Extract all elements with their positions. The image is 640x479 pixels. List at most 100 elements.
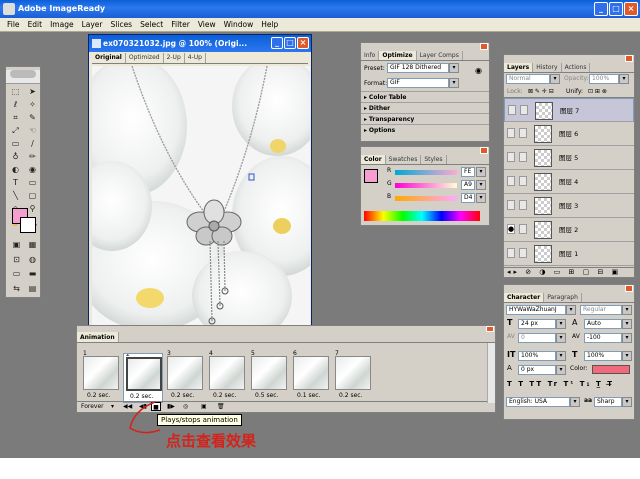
animation-close-icon[interactable]: [486, 326, 494, 332]
eraser-tool-icon[interactable]: ▭: [8, 138, 23, 149]
rollover-preview-icon[interactable]: ⊡: [9, 254, 24, 265]
tab-2-up[interactable]: 2-Up: [164, 53, 185, 63]
channel-r-slider[interactable]: [395, 170, 457, 175]
opacity-dropdown-icon[interactable]: ▾: [619, 74, 629, 84]
layer-link-toggle[interactable]: [519, 176, 527, 186]
tab-optimize[interactable]: Optimize: [379, 51, 417, 60]
channel-b-dropdown-icon[interactable]: ▾: [476, 193, 486, 203]
channel-b-value[interactable]: D4: [461, 193, 475, 203]
frame-delay[interactable]: 0.2 sec.: [213, 392, 236, 399]
layer-row[interactable]: 图层 3: [504, 194, 634, 218]
font-size-input[interactable]: 24 px: [518, 319, 556, 329]
layers-footer-icons[interactable]: ◂▸ ⊘ ◑ ▭ ⊞ ▢ ⊟ ▣ 🗑: [504, 267, 634, 277]
optimize-close-icon[interactable]: [480, 43, 488, 50]
kerning-input[interactable]: 0: [518, 333, 556, 343]
text-color-swatch[interactable]: [592, 365, 630, 374]
format-select[interactable]: GIF: [387, 78, 449, 88]
preset-select[interactable]: GIF 128 Dithered: [387, 63, 449, 73]
doc-close-button[interactable]: ×: [297, 37, 309, 49]
restore-button[interactable]: □: [609, 2, 623, 16]
minimize-button[interactable]: _: [594, 2, 608, 16]
eye-icon[interactable]: ●: [507, 224, 515, 234]
kerning-dropdown-icon[interactable]: ▾: [556, 333, 566, 343]
animation-frame[interactable]: 5 0.5 sec.: [249, 350, 289, 403]
slice-select-icon[interactable]: ⤢: [8, 125, 23, 136]
layer-visibility-toggle[interactable]: [508, 105, 516, 115]
opacity-input[interactable]: 100%: [589, 74, 619, 84]
tab-color[interactable]: Color: [361, 155, 386, 164]
section-transparency[interactable]: Transparency: [369, 116, 414, 123]
loop-select[interactable]: Forever: [81, 402, 104, 412]
brush-tool-icon[interactable]: ∕: [25, 138, 40, 149]
lock-icons[interactable]: ⊠ ✎ ✛ ⊟: [528, 86, 554, 97]
menu-file[interactable]: File: [3, 18, 24, 31]
layer-row[interactable]: ● 图层 2: [504, 218, 634, 242]
hand-slice-icon[interactable]: ☜: [25, 125, 40, 136]
layer-row[interactable]: 图层 5: [504, 146, 634, 170]
font-family-dropdown-icon[interactable]: ▾: [566, 305, 576, 315]
line-tool-icon[interactable]: ╲: [8, 190, 23, 201]
tracking-dropdown-icon[interactable]: ▾: [622, 333, 632, 343]
tab-styles[interactable]: Styles: [421, 155, 447, 164]
tab-layers[interactable]: Layers: [504, 63, 534, 72]
animation-frame[interactable]: 3 0.2 sec.: [165, 350, 205, 403]
tab-character[interactable]: Character: [504, 293, 545, 302]
channel-b-slider[interactable]: [395, 196, 457, 201]
tab-info[interactable]: Info: [361, 51, 380, 60]
screen-mode-full-icon[interactable]: ▬: [25, 268, 40, 279]
type-tool-icon[interactable]: T: [8, 177, 23, 188]
magic-wand-icon[interactable]: ✧: [25, 99, 40, 110]
tab-original[interactable]: Original: [92, 53, 126, 63]
layer-visibility-toggle[interactable]: [507, 248, 515, 258]
language-select[interactable]: English: USA: [506, 397, 570, 407]
brush-indicator-icon[interactable]: [520, 105, 528, 115]
frame-delay[interactable]: 0.1 sec.: [297, 392, 320, 399]
color-close-icon[interactable]: [480, 147, 488, 154]
animation-frame[interactable]: 4 0.2 sec.: [207, 350, 247, 403]
duplicate-frame-icon[interactable]: ▣: [201, 402, 207, 412]
section-color-table[interactable]: Color Table: [369, 94, 407, 101]
format-dropdown-icon[interactable]: ▾: [449, 78, 459, 88]
menu-image[interactable]: Image: [46, 18, 78, 31]
menu-help[interactable]: Help: [257, 18, 282, 31]
image-canvas[interactable]: [92, 66, 310, 327]
character-close-icon[interactable]: [625, 285, 633, 292]
background-color-swatch[interactable]: [20, 217, 36, 233]
language-dropdown-icon[interactable]: ▾: [570, 397, 580, 407]
leading-dropdown-icon[interactable]: ▾: [622, 319, 632, 329]
animation-frame[interactable]: 1 0.2 sec.: [81, 350, 121, 403]
layer-visibility-toggle[interactable]: [507, 176, 515, 186]
vertical-scale-input[interactable]: 100%: [518, 351, 556, 361]
layer-visibility-toggle[interactable]: [507, 200, 515, 210]
layer-link-toggle[interactable]: [519, 224, 527, 234]
menu-select[interactable]: Select: [136, 18, 167, 31]
unify-icons[interactable]: ⊡ ⊞ ⊗: [588, 86, 607, 97]
shape-tool-icon[interactable]: ▢: [25, 190, 40, 201]
marquee-tool-icon[interactable]: ⬚: [8, 86, 23, 97]
doc-maximize-button[interactable]: □: [284, 37, 296, 49]
move-tool-icon[interactable]: ➤: [25, 86, 40, 97]
channel-g-dropdown-icon[interactable]: ▾: [476, 180, 486, 190]
horizontal-scale-input[interactable]: 100%: [584, 351, 622, 361]
section-options[interactable]: Options: [369, 127, 395, 134]
preset-dropdown-icon[interactable]: ▾: [449, 63, 459, 73]
color-ramp[interactable]: [364, 211, 480, 221]
tab-layer-comps[interactable]: Layer Comps: [417, 51, 463, 60]
channel-g-slider[interactable]: [395, 183, 457, 188]
stamp-tool-icon[interactable]: ♁: [8, 151, 23, 162]
preview-browser-icon[interactable]: ◍: [25, 254, 40, 265]
animation-frame[interactable]: 7 0.2 sec.: [333, 350, 373, 403]
frame-delay[interactable]: 0.2 sec.: [339, 392, 362, 399]
menu-window[interactable]: Window: [220, 18, 258, 31]
vertical-scale-dropdown-icon[interactable]: ▾: [556, 351, 566, 361]
font-family-select[interactable]: HYWaWaZhuanJ: [506, 305, 566, 315]
close-button[interactable]: ×: [624, 2, 638, 16]
tab-history[interactable]: History: [533, 63, 562, 72]
font-size-dropdown-icon[interactable]: ▾: [556, 319, 566, 329]
leading-input[interactable]: Auto: [584, 319, 622, 329]
menu-filter[interactable]: Filter: [167, 18, 194, 31]
channel-r-dropdown-icon[interactable]: ▾: [476, 167, 486, 177]
baseline-dropdown-icon[interactable]: ▾: [556, 365, 566, 375]
tab-optimized[interactable]: Optimized: [126, 53, 164, 63]
tab-actions[interactable]: Actions: [562, 63, 591, 72]
